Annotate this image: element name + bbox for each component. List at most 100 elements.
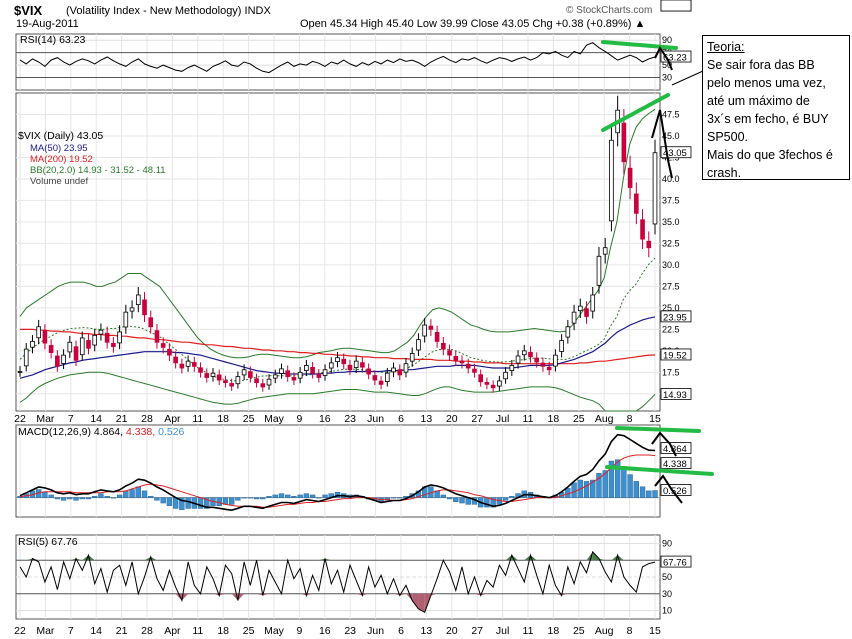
macd-hist-bar (440, 494, 446, 498)
candle-body (160, 343, 166, 348)
symbol-title: $VIX (14, 3, 43, 18)
candle-body (30, 340, 35, 348)
x-tick-label: 21 (116, 413, 128, 425)
candle-body (497, 380, 502, 387)
price-tick-label: 35.0 (662, 217, 680, 227)
x-tick-label: 11 (523, 625, 534, 637)
candle-body (216, 374, 222, 381)
macd-signal-value-label: 4.338 (663, 459, 687, 470)
candle-body (465, 363, 471, 369)
candle-body (422, 324, 427, 337)
macd-hist-bar (216, 497, 222, 506)
macd-hist-bar (54, 497, 61, 500)
symbol-name: (Volatility Index - New Methodology) IND… (66, 5, 271, 17)
x-tick-label: 8 (627, 413, 633, 425)
x-tick-label: May (264, 625, 285, 637)
price-tick-label: 30.0 (662, 260, 680, 270)
candle-body (229, 383, 234, 387)
macd-hist-bar (79, 497, 85, 500)
candle-body (179, 363, 185, 369)
macd-hist-bar (141, 490, 148, 498)
x-tick-label: 18 (217, 413, 229, 425)
price-tick-label: 37.5 (662, 195, 680, 205)
macd-hist-bar (390, 497, 397, 499)
macd-hist-bar (309, 494, 316, 498)
candle-body (92, 334, 98, 346)
x-tick-label: 22 (14, 413, 26, 425)
rsi14-panel (15, 33, 661, 91)
rsi5-tick-label: 90 (662, 538, 672, 548)
candle-body (403, 363, 409, 373)
macd-hist-bar (266, 496, 272, 498)
candle-body (640, 219, 645, 240)
candle-body (428, 325, 434, 330)
candle-body (248, 371, 253, 378)
candle-body (609, 139, 614, 222)
candle-body (353, 360, 359, 368)
candle-body (291, 377, 297, 381)
candle-body (111, 342, 116, 347)
macd-hist-bar (98, 493, 104, 498)
macd-hist-bar (197, 497, 204, 509)
macd-hist-bar (614, 459, 621, 498)
macd-hist-bar (73, 497, 79, 501)
candle-body (285, 370, 291, 378)
x-tick-label: Aug (595, 625, 614, 637)
macd-hist-bar (316, 497, 322, 499)
volume-legend: Volume undef (30, 176, 89, 187)
candle-body (129, 307, 135, 312)
candle-body (335, 357, 340, 362)
macd-hist-bar (571, 482, 577, 498)
x-tick-label: 14 (90, 413, 102, 425)
candle-body (571, 311, 577, 324)
macd-hist-bar (646, 490, 652, 498)
rsi14-tick-label: 90 (662, 35, 672, 45)
macd-hist-bar (639, 486, 646, 498)
price-tick-label: 27.5 (662, 281, 680, 291)
ohlc-summary: Open 45.34 High 45.40 Low 39.99 Close 43… (300, 18, 646, 30)
macd-hist-bar (297, 494, 303, 498)
macd-hist-bar (272, 494, 278, 498)
candle-body (577, 305, 583, 312)
candle-body (652, 152, 658, 225)
x-tick-label: 20 (446, 413, 458, 425)
macd-hist-bar (135, 486, 141, 498)
x-tick-label: 21 (116, 625, 128, 637)
x-tick-label: 6 (398, 413, 404, 425)
x-tick-label: 13 (421, 413, 433, 425)
candle-body (304, 365, 309, 372)
chart-date: 19-Aug-2011 (16, 18, 79, 30)
candle-body (347, 364, 353, 371)
macd-hist-bar (509, 496, 515, 498)
candle-body (297, 371, 303, 379)
candle-body (260, 383, 266, 388)
ma50-value-label: 23.95 (663, 312, 687, 323)
price-tick-label: 17.5 (662, 367, 680, 377)
candle-body (167, 348, 172, 356)
x-tick-label: 11 (192, 413, 203, 425)
x-tick-label: 25 (573, 625, 585, 637)
x-tick-label: 11 (192, 625, 203, 637)
x-tick-label: Aug (595, 413, 614, 425)
rsi5-legend: RSI(5) 67.76 (18, 536, 78, 548)
macd-hist-bar (446, 497, 453, 500)
x-tick-label: May (264, 413, 285, 425)
candle-body (98, 329, 104, 335)
x-tick-label: 7 (68, 413, 74, 425)
candle-body (42, 330, 48, 344)
note-line: pelo menos uma vez, (707, 76, 826, 90)
rsi5-tick-label: 30 (662, 589, 672, 599)
x-tick-label: 28 (141, 413, 153, 425)
candle-body (441, 342, 446, 350)
candle-body (646, 240, 652, 249)
macd-hist-bar (67, 497, 73, 500)
candle-body (484, 382, 490, 385)
candle-body (472, 368, 477, 373)
candle-body (515, 355, 521, 364)
note-line: Mais do que 3fechos é (707, 148, 833, 162)
candle-body (61, 354, 66, 364)
candle-body (48, 345, 54, 353)
macd-hist-bar (397, 497, 403, 499)
candle-body (521, 350, 527, 356)
x-tick-label: 23 (344, 413, 356, 425)
